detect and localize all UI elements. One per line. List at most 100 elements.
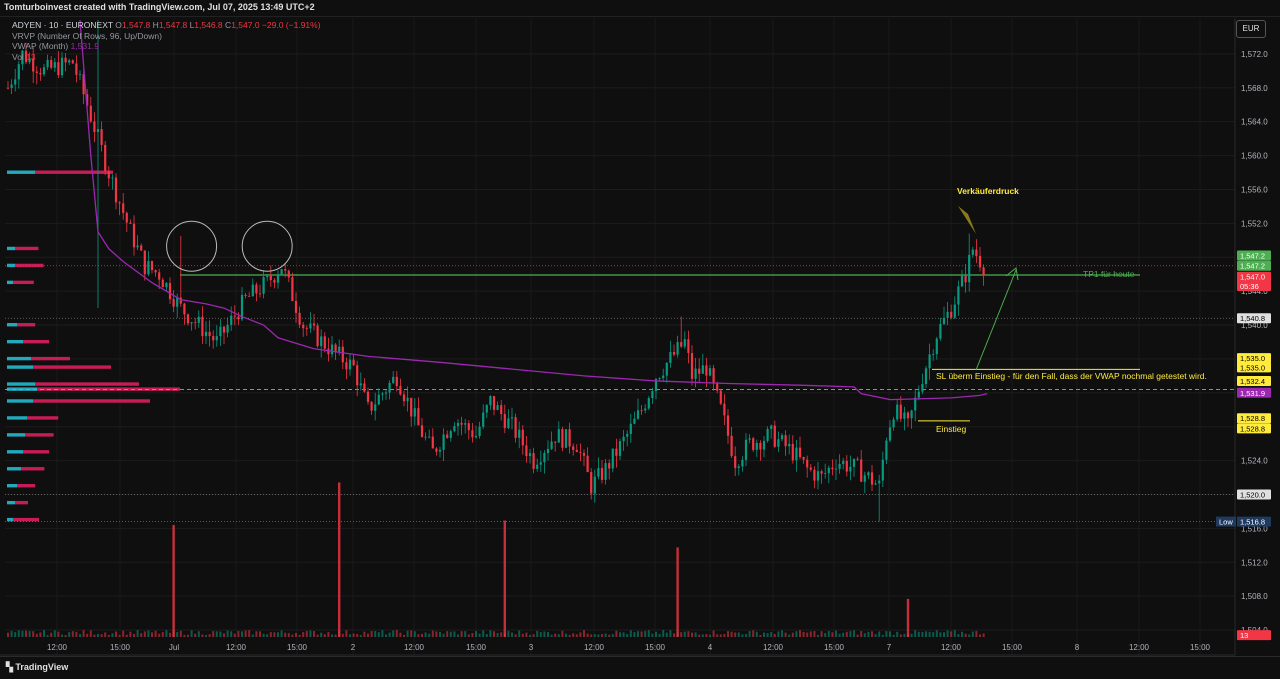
candle-body (330, 344, 334, 355)
volume-bar (547, 632, 549, 637)
volume-bar (446, 631, 449, 637)
vrvp-indicator-label[interactable]: VRVP (Number Of Rows, 96, Up/Down) (12, 31, 321, 42)
candle-body (669, 351, 672, 363)
price-axis-label: 1,531.9 (1240, 389, 1265, 398)
candle-body (53, 62, 56, 68)
candle-body (870, 472, 874, 485)
volume-profile-down-bar (23, 339, 49, 344)
volume-profile-up-bar (7, 450, 23, 454)
volume-bar (374, 630, 377, 637)
volume-bar (950, 631, 953, 637)
volume-bar (597, 634, 600, 637)
currency-button[interactable]: EUR (1236, 20, 1266, 38)
vwap-value: 1,531.9 (70, 41, 99, 51)
volume-bar (968, 634, 971, 637)
price-axis-label: 13 (1240, 631, 1248, 640)
candle-body (132, 223, 136, 248)
volume-bar (475, 631, 477, 637)
candle-body (140, 245, 143, 251)
volume-bar (331, 634, 333, 637)
price-chart[interactable]: 1,572.0 1,568.0 1,564.0 1,560.0 1,556.0 1,552… (0, 0, 1280, 678)
volume-bar (14, 632, 17, 637)
candle-body (618, 441, 622, 456)
candle-body (417, 408, 420, 426)
volume-bar (892, 634, 895, 637)
candle-body (442, 434, 445, 450)
volume-bar (878, 631, 881, 637)
candle-body (363, 383, 366, 392)
volume-profile-down-bar (15, 500, 28, 505)
volume-bar (417, 634, 420, 637)
volume-bar (79, 634, 81, 637)
candle-body (435, 448, 438, 452)
candle-body (334, 344, 337, 352)
candle-body (428, 436, 431, 438)
candle-body (773, 425, 776, 447)
volume-bar (539, 632, 542, 637)
volume-bar (179, 630, 182, 637)
volume-profile-down-bar (33, 399, 150, 403)
candle-body (622, 436, 625, 442)
volume-bar (622, 632, 625, 637)
vwap-indicator-row[interactable]: VWAP (Month) 1,531.9 (12, 41, 321, 52)
candle-body (320, 336, 323, 347)
candle-body (903, 412, 906, 419)
volume-bar (903, 633, 906, 637)
candle-body (377, 394, 380, 405)
volume-bar (323, 634, 326, 637)
volume-bar (813, 631, 816, 637)
volume-bar (568, 634, 571, 637)
candle-body (93, 121, 96, 132)
symbol-label[interactable]: ADYEN · 10 · EURONEXT (12, 20, 113, 30)
candle-body (237, 316, 240, 320)
volume-profile-up-bar (7, 399, 33, 403)
volume-indicator-row[interactable]: Vol 13 (12, 52, 321, 63)
volume-bar (849, 631, 852, 637)
candle-body (910, 410, 913, 419)
volume-bar (413, 631, 416, 637)
volume-profile-up-bar (7, 170, 35, 174)
volume-bar (536, 630, 539, 637)
volume-bar (687, 631, 690, 637)
candle-body (629, 423, 632, 434)
candle-body (680, 342, 683, 347)
candle-body (590, 472, 593, 494)
price-axis-label: 1,547.2 (1240, 252, 1265, 261)
volume-bar (399, 632, 402, 637)
y-tick-label: 1,552.0 (1241, 219, 1268, 228)
volume-bar (608, 634, 611, 637)
volume-bar (97, 633, 99, 637)
volume-bar (809, 631, 812, 637)
candle-body (395, 376, 398, 387)
volume-profile-down-bar (21, 467, 45, 471)
volume-bar (979, 634, 981, 637)
volume-bar (89, 630, 92, 637)
candle-body (672, 351, 676, 355)
candle-body (543, 453, 546, 463)
volume-profile-down-bar (15, 246, 39, 251)
volume-bar (619, 632, 621, 637)
candle-body (294, 300, 298, 313)
volume-bar (151, 632, 153, 637)
candle-body (215, 336, 218, 341)
candle-body (770, 425, 773, 429)
candle-body (111, 177, 114, 179)
candle-body (525, 445, 528, 457)
candle-body (518, 429, 521, 438)
volume-bar (838, 633, 841, 637)
candle-body (888, 427, 892, 441)
ohlc-row[interactable]: ADYEN · 10 · EURONEXT O1,547.8 H1,547.8 … (12, 20, 321, 31)
candle-body (413, 408, 416, 417)
price-axis-label: 1,528.8 (1240, 424, 1265, 433)
candle-body (658, 378, 661, 380)
candle-body (626, 433, 629, 437)
candle-body (341, 346, 344, 363)
volume-bar (273, 632, 276, 637)
volume-bar (313, 630, 315, 637)
x-tick-label: 8 (1075, 643, 1080, 652)
volume-bar (464, 631, 467, 637)
volume-bar (575, 634, 578, 637)
y-tick-label: 1,572.0 (1241, 50, 1268, 59)
candle-body (510, 417, 514, 419)
volume-bar (46, 634, 49, 637)
